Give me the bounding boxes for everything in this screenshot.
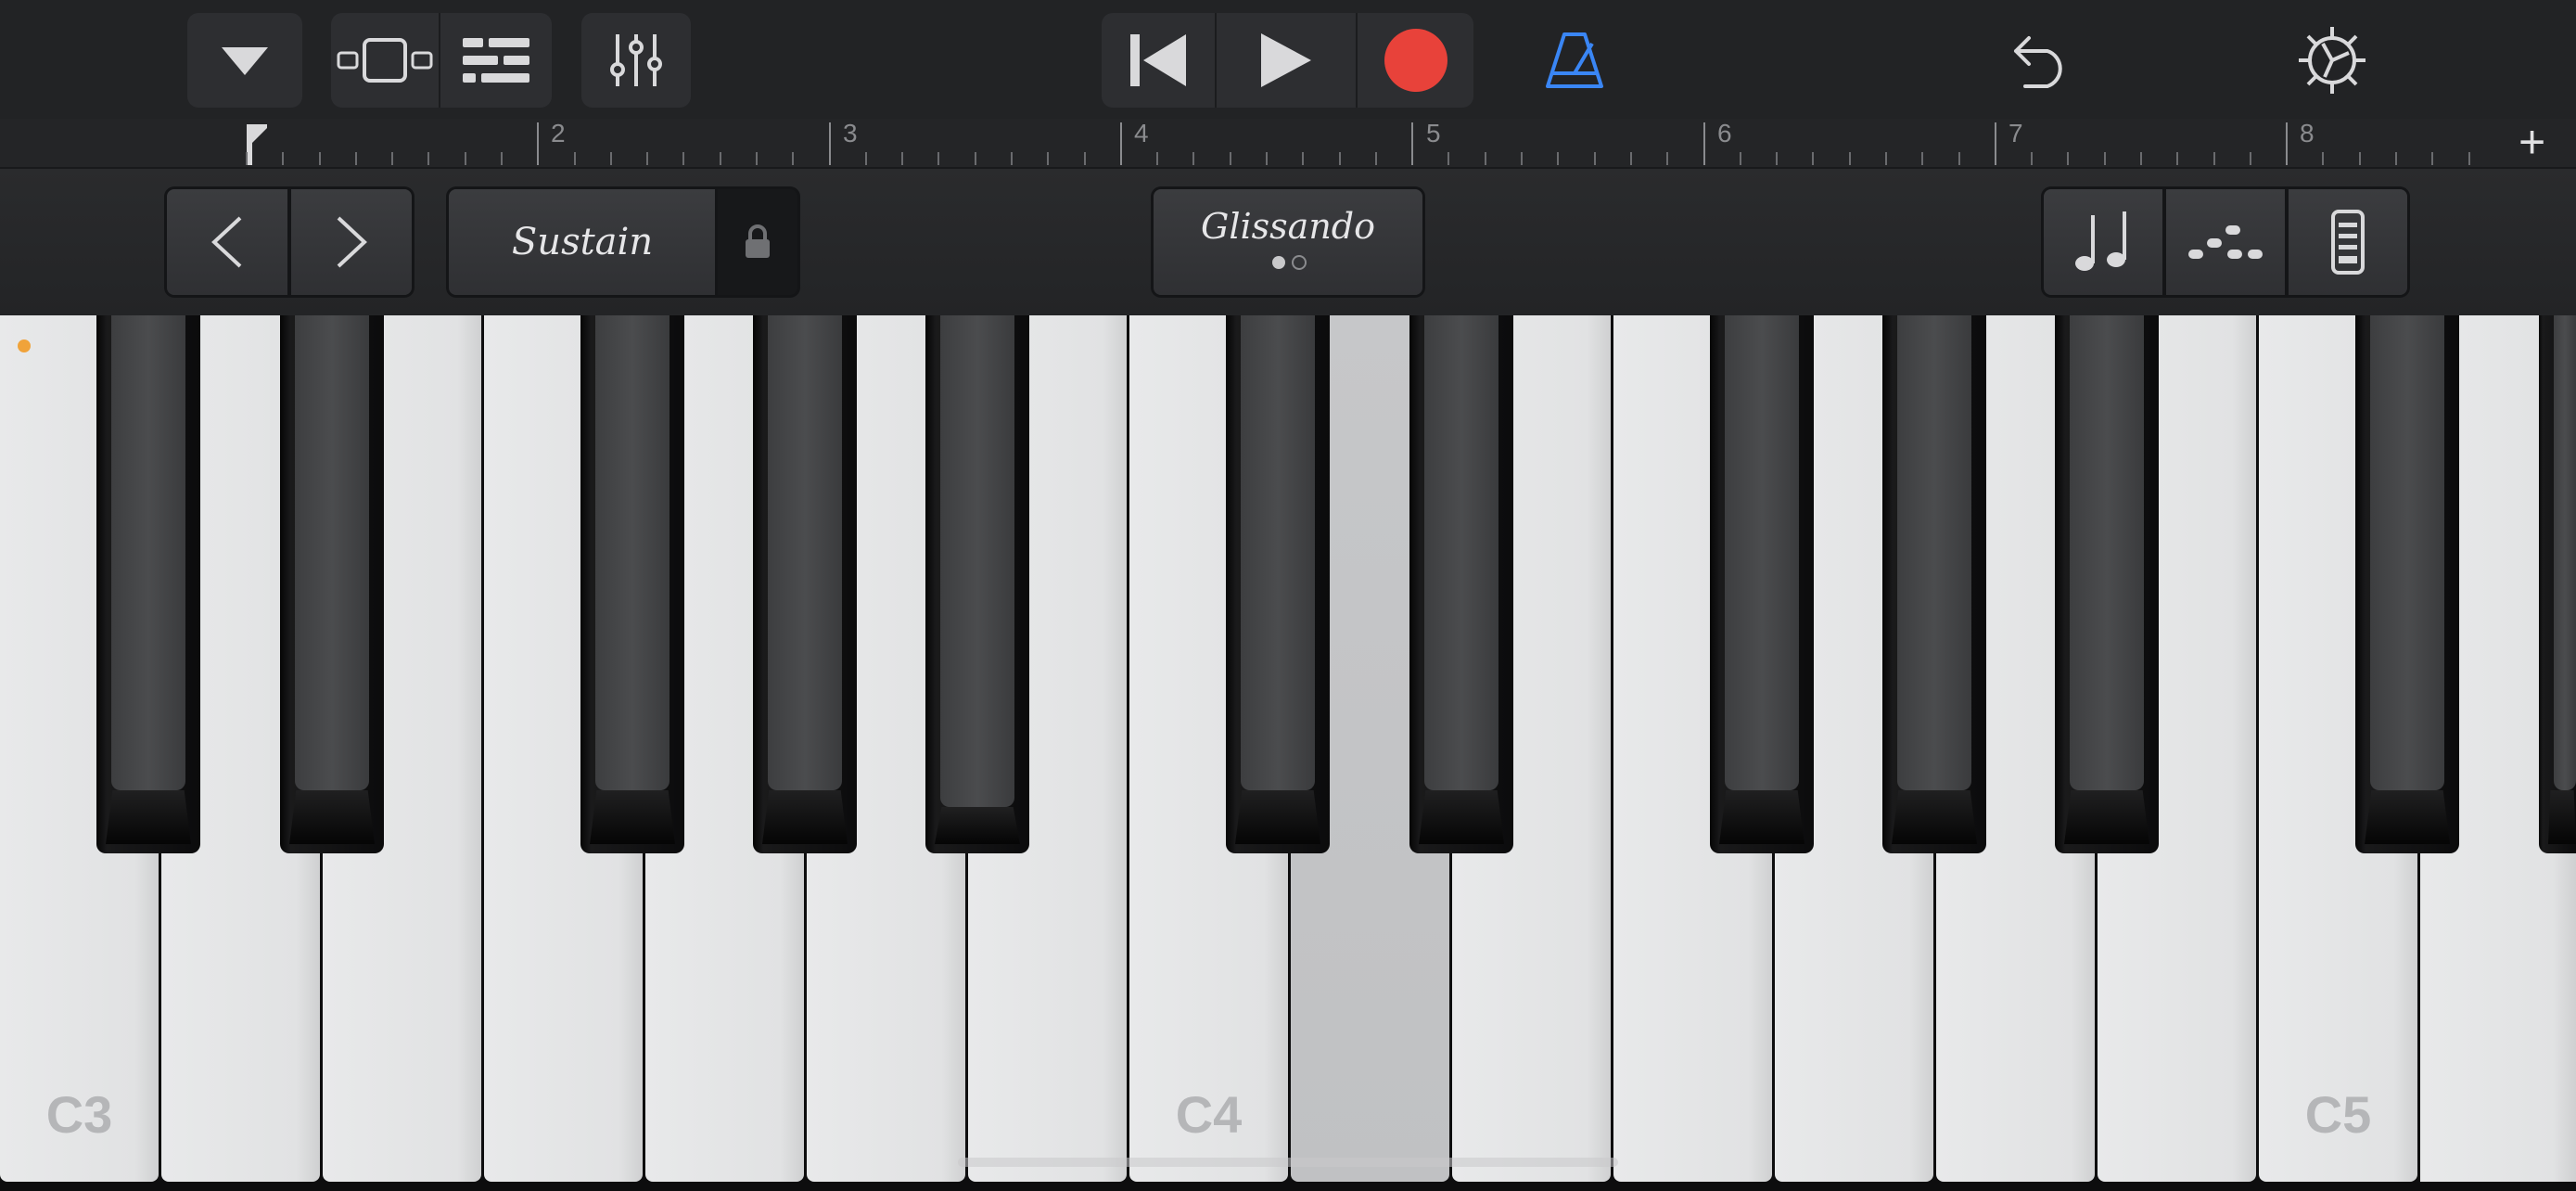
record-button[interactable] — [1358, 13, 1473, 108]
mixer-button[interactable] — [581, 13, 691, 108]
notes-icon — [2075, 211, 2126, 271]
bar-label-2: 2 — [551, 119, 566, 147]
record-icon — [1384, 29, 1447, 92]
key-d-sharp-3[interactable] — [280, 315, 384, 853]
browser-dropdown-button[interactable] — [187, 13, 302, 108]
chord-strip-button[interactable] — [2044, 189, 2162, 295]
keyboard-settings-icon — [2331, 210, 2365, 275]
note-label-c3: C3 — [45, 1085, 113, 1144]
key-a-sharp-4[interactable] — [2055, 315, 2159, 853]
key-g-sharp-3[interactable] — [753, 315, 857, 853]
piano-keyboard: C3 C4 C5 — [0, 315, 2576, 1191]
instrument-view-button[interactable] — [331, 13, 439, 108]
sustain-button[interactable]: Sustain — [449, 189, 716, 295]
undo-button[interactable] — [2003, 13, 2079, 108]
metronome-button[interactable] — [1537, 13, 1612, 108]
keyboard-settings-button[interactable] — [2289, 189, 2407, 295]
home-indicator — [958, 1158, 1618, 1167]
sustain-label: Sustain — [511, 221, 654, 263]
tracks-view-icon — [463, 38, 529, 83]
bar-label-3: 3 — [843, 119, 858, 147]
bar-label-8: 8 — [2300, 119, 2315, 147]
add-section-button[interactable]: + — [2519, 119, 2545, 165]
settings-icon — [2299, 27, 2366, 94]
undo-icon — [2014, 36, 2062, 88]
bar-label-5: 5 — [1426, 119, 1441, 147]
key-g-sharp-4[interactable] — [1882, 315, 1986, 853]
mixer-icon — [610, 34, 662, 86]
sustain-lock-button[interactable] — [718, 189, 797, 295]
metronome-icon — [1546, 32, 1603, 88]
lock-icon — [746, 224, 770, 258]
glissando-label: Glissando — [1201, 206, 1375, 247]
note-label-c4: C4 — [1175, 1085, 1243, 1144]
bar-label-6: 6 — [1717, 119, 1732, 147]
keyboard-control-strip: Sustain Glissando — [0, 169, 2576, 315]
playhead-icon[interactable] — [247, 124, 267, 165]
tracks-view-button[interactable] — [440, 13, 552, 108]
chevron-left-icon — [211, 216, 242, 268]
key-c-sharp-5[interactable] — [2355, 315, 2459, 853]
bar-label-7: 7 — [2009, 119, 2023, 147]
ruler-ticks — [246, 122, 2470, 165]
page-dots-icon — [1272, 255, 1307, 270]
go-to-beginning-button[interactable] — [1102, 13, 1215, 108]
octave-down-button[interactable] — [167, 189, 287, 295]
key-c-sharp-3[interactable] — [96, 315, 200, 853]
arpeggiator-icon — [2188, 225, 2263, 259]
go-to-beginning-icon — [1130, 34, 1186, 86]
top-toolbar — [0, 0, 2576, 119]
key-d-sharp-5[interactable] — [2539, 315, 2576, 853]
note-label-c5: C5 — [2304, 1085, 2372, 1144]
arpeggiator-button[interactable] — [2166, 189, 2285, 295]
chevron-right-icon — [337, 216, 367, 268]
glissando-button[interactable]: Glissando — [1154, 189, 1422, 295]
timeline-ruler[interactable]: 2 3 4 5 6 7 8 + — [0, 119, 2576, 169]
bar-label-4: 4 — [1134, 119, 1149, 147]
key-d-sharp-4[interactable] — [1409, 315, 1513, 853]
key-f-sharp-4[interactable] — [1710, 315, 1814, 853]
key-f-sharp-3[interactable] — [580, 315, 684, 853]
instrument-view-icon — [337, 38, 433, 83]
key-a-sharp-3[interactable] — [925, 315, 1029, 853]
touch-indicator-dot — [18, 339, 31, 352]
key-c-sharp-4[interactable] — [1226, 315, 1330, 853]
play-button[interactable] — [1217, 13, 1356, 108]
play-icon — [1261, 33, 1311, 87]
settings-button[interactable] — [2292, 13, 2372, 108]
browser-dropdown-icon — [222, 47, 268, 75]
octave-up-button[interactable] — [291, 189, 412, 295]
